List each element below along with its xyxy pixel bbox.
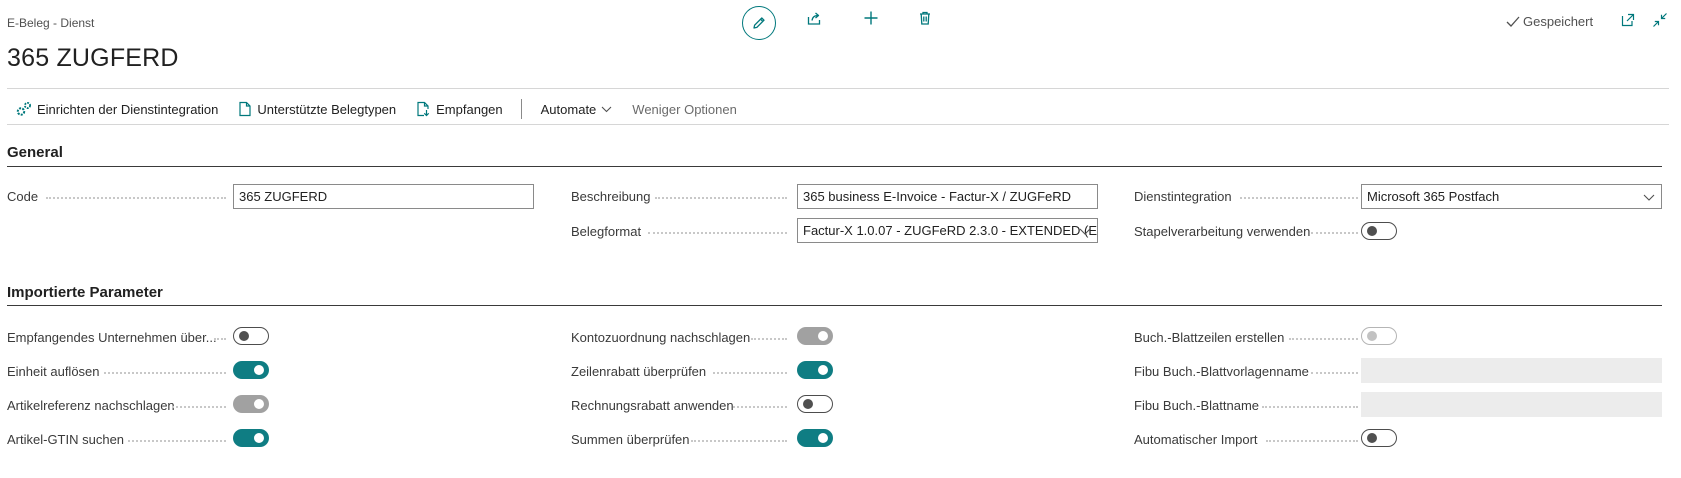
line-discount-label: Zeilenrabatt überprüfen bbox=[571, 364, 707, 379]
fewer-options-action[interactable]: Weniger Optionen bbox=[632, 102, 737, 117]
verify-totals-label: Summen überprüfen bbox=[571, 432, 690, 447]
share-icon bbox=[807, 12, 820, 25]
action-bar: Einrichten der Dienstintegration Unterst… bbox=[7, 98, 757, 120]
resolve-unit-label: Einheit auflösen bbox=[7, 364, 100, 379]
checkmark-icon bbox=[1506, 16, 1520, 27]
integration-label: Dienstintegration bbox=[1134, 189, 1232, 204]
verify-totals-toggle[interactable] bbox=[797, 429, 833, 447]
saved-status: Gespeichert bbox=[1506, 14, 1593, 29]
dot-leader bbox=[733, 406, 787, 408]
page-title: 365 ZUGFERD bbox=[7, 44, 179, 72]
supported-doc-types-action[interactable]: Unterstützte Belegtypen bbox=[238, 101, 396, 117]
code-input[interactable]: 365 ZUGFERD bbox=[233, 184, 534, 209]
setup-integration-action[interactable]: Einrichten der Dienstintegration bbox=[16, 101, 218, 117]
journal-template-field bbox=[1361, 358, 1662, 383]
invoice-discount-label: Rechnungsrabatt anwenden bbox=[571, 398, 734, 413]
supported-doc-types-label: Unterstützte Belegtypen bbox=[257, 101, 397, 117]
receive-action[interactable]: Empfangen bbox=[416, 101, 503, 117]
format-label: Belegformat bbox=[571, 224, 642, 239]
pencil-icon bbox=[753, 17, 765, 29]
document-icon bbox=[239, 101, 251, 117]
receiving-company-toggle[interactable] bbox=[233, 327, 269, 345]
fewer-options-label: Weniger Optionen bbox=[632, 101, 737, 117]
dot-leader bbox=[172, 406, 226, 408]
receive-label: Empfangen bbox=[436, 101, 503, 117]
dot-leader bbox=[46, 197, 226, 199]
journal-batch-label: Fibu Buch.-Blattname bbox=[1134, 398, 1260, 413]
dot-leader bbox=[128, 440, 226, 442]
journal-template-label: Fibu Buch.-Blattvorlagenname bbox=[1134, 364, 1309, 379]
new-button[interactable] bbox=[862, 9, 880, 27]
general-section-line bbox=[7, 166, 1662, 167]
delete-button[interactable] bbox=[916, 9, 934, 27]
dot-leader bbox=[1240, 197, 1358, 199]
item-reference-label: Artikelreferenz nachschlagen bbox=[7, 398, 175, 413]
dot-leader bbox=[104, 372, 226, 374]
dot-leader bbox=[655, 197, 787, 199]
saved-label: Gespeichert bbox=[1523, 14, 1594, 29]
format-select[interactable]: Factur-X 1.0.07 - ZUGFeRD 2.3.0 - EXTEND… bbox=[797, 218, 1098, 243]
item-gtin-toggle[interactable] bbox=[233, 429, 269, 447]
dot-leader bbox=[1311, 372, 1358, 374]
chevron-down-icon bbox=[1643, 194, 1655, 201]
auto-import-label: Automatischer Import bbox=[1134, 432, 1258, 447]
item-gtin-label: Artikel-GTIN suchen bbox=[7, 432, 125, 447]
create-journal-lines-label: Buch.-Blattzeilen erstellen bbox=[1134, 330, 1285, 345]
auto-import-toggle[interactable] bbox=[1361, 429, 1397, 447]
collapse-icon bbox=[1653, 13, 1667, 27]
general-section-title: General bbox=[7, 144, 63, 161]
chevron-down-icon bbox=[1079, 228, 1091, 235]
share-button[interactable] bbox=[805, 9, 823, 27]
dot-leader bbox=[1311, 232, 1358, 234]
imported-section-title: Importierte Parameter bbox=[7, 284, 163, 301]
format-value: Factur-X 1.0.07 - ZUGFeRD 2.3.0 - EXTEND… bbox=[803, 223, 1098, 238]
line-discount-toggle[interactable] bbox=[797, 361, 833, 379]
imported-section-line bbox=[7, 305, 1662, 306]
integration-value: Microsoft 365 Postfach bbox=[1367, 189, 1500, 204]
setup-integration-label: Einrichten der Dienstintegration bbox=[37, 101, 219, 117]
dot-leader bbox=[214, 338, 226, 340]
dot-leader bbox=[1262, 406, 1358, 408]
journal-batch-field bbox=[1361, 392, 1662, 417]
dot-leader bbox=[691, 440, 787, 442]
invoice-discount-toggle[interactable] bbox=[797, 395, 833, 413]
edit-button[interactable] bbox=[742, 6, 776, 40]
integration-select[interactable]: Microsoft 365 Postfach bbox=[1361, 184, 1662, 209]
dot-leader bbox=[648, 232, 787, 234]
dot-leader bbox=[1266, 440, 1358, 442]
breadcrumb: E-Beleg - Dienst bbox=[7, 16, 95, 30]
resolve-unit-toggle[interactable] bbox=[233, 361, 269, 379]
automate-label: Automate bbox=[540, 101, 597, 117]
trash-icon bbox=[920, 11, 930, 25]
collapse-button[interactable] bbox=[1652, 12, 1668, 28]
account-mapping-toggle[interactable] bbox=[797, 327, 833, 345]
dot-leader bbox=[751, 338, 787, 340]
description-input[interactable]: 365 business E-Invoice - Factur-X / ZUGF… bbox=[797, 184, 1098, 209]
item-reference-toggle[interactable] bbox=[233, 395, 269, 413]
action-separator bbox=[520, 99, 522, 119]
document-import-icon bbox=[417, 101, 430, 117]
create-journal-lines-toggle[interactable] bbox=[1361, 327, 1397, 345]
actionbar-divider bbox=[7, 124, 1669, 125]
batch-processing-toggle[interactable] bbox=[1361, 222, 1397, 240]
receiving-company-label: Empfangendes Unternehmen über... bbox=[7, 330, 217, 345]
automate-menu[interactable]: Automate bbox=[541, 102, 613, 117]
header-divider bbox=[7, 88, 1669, 89]
description-label: Beschreibung bbox=[571, 189, 651, 204]
code-label: Code bbox=[7, 189, 39, 204]
open-new-window-button[interactable] bbox=[1620, 12, 1636, 28]
plus-icon bbox=[864, 11, 878, 25]
account-mapping-label: Kontozuordnung nachschlagen bbox=[571, 330, 751, 345]
open-new-window-icon bbox=[1621, 13, 1635, 27]
dot-leader bbox=[1289, 338, 1358, 340]
chevron-down-icon bbox=[601, 106, 612, 112]
dot-leader bbox=[713, 372, 787, 374]
gears-icon bbox=[16, 102, 31, 116]
batch-processing-label: Stapelverarbeitung verwenden bbox=[1134, 224, 1311, 239]
